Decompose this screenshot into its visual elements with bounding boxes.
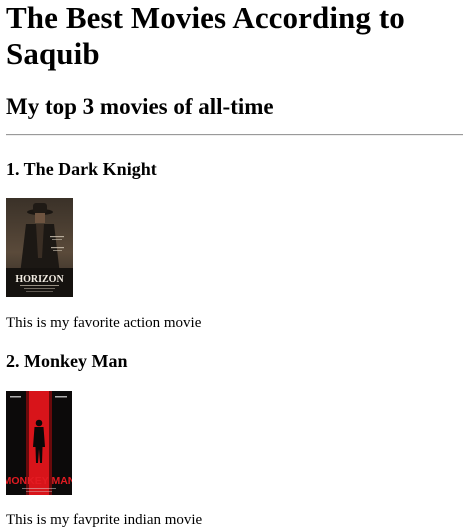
movie-heading: 1. The Dark Knight: [6, 159, 157, 179]
svg-text:MONKEY MAN: MONKEY MAN: [6, 475, 72, 487]
movie-description: This is my favprite indian movie: [6, 512, 203, 528]
page-content: The Best Movies According to Saquib My t…: [6, 0, 463, 528]
movie-poster-image: HORIZON: [6, 198, 73, 297]
movie-poster-western-icon: HORIZON: [6, 198, 73, 297]
svg-text:HORIZON: HORIZON: [15, 274, 64, 285]
movie-entry: 1. The Dark Knight HORIZON This is my fa…: [6, 159, 201, 332]
movie-poster-red-silhouette-icon: MONKEY MAN: [6, 391, 72, 495]
page-title: The Best Movies According to Saquib: [6, 0, 405, 71]
movie-heading: 2. Monkey Man: [6, 351, 128, 371]
movie-entry: 2. Monkey Man MONKEY MAN This is my favp…: [6, 351, 202, 529]
horizontal-divider: [6, 134, 463, 136]
movie-description: This is my favorite action movie: [6, 315, 202, 331]
movie-poster-image: MONKEY MAN: [6, 391, 72, 495]
page-subtitle: My top 3 movies of all-time: [6, 94, 274, 119]
